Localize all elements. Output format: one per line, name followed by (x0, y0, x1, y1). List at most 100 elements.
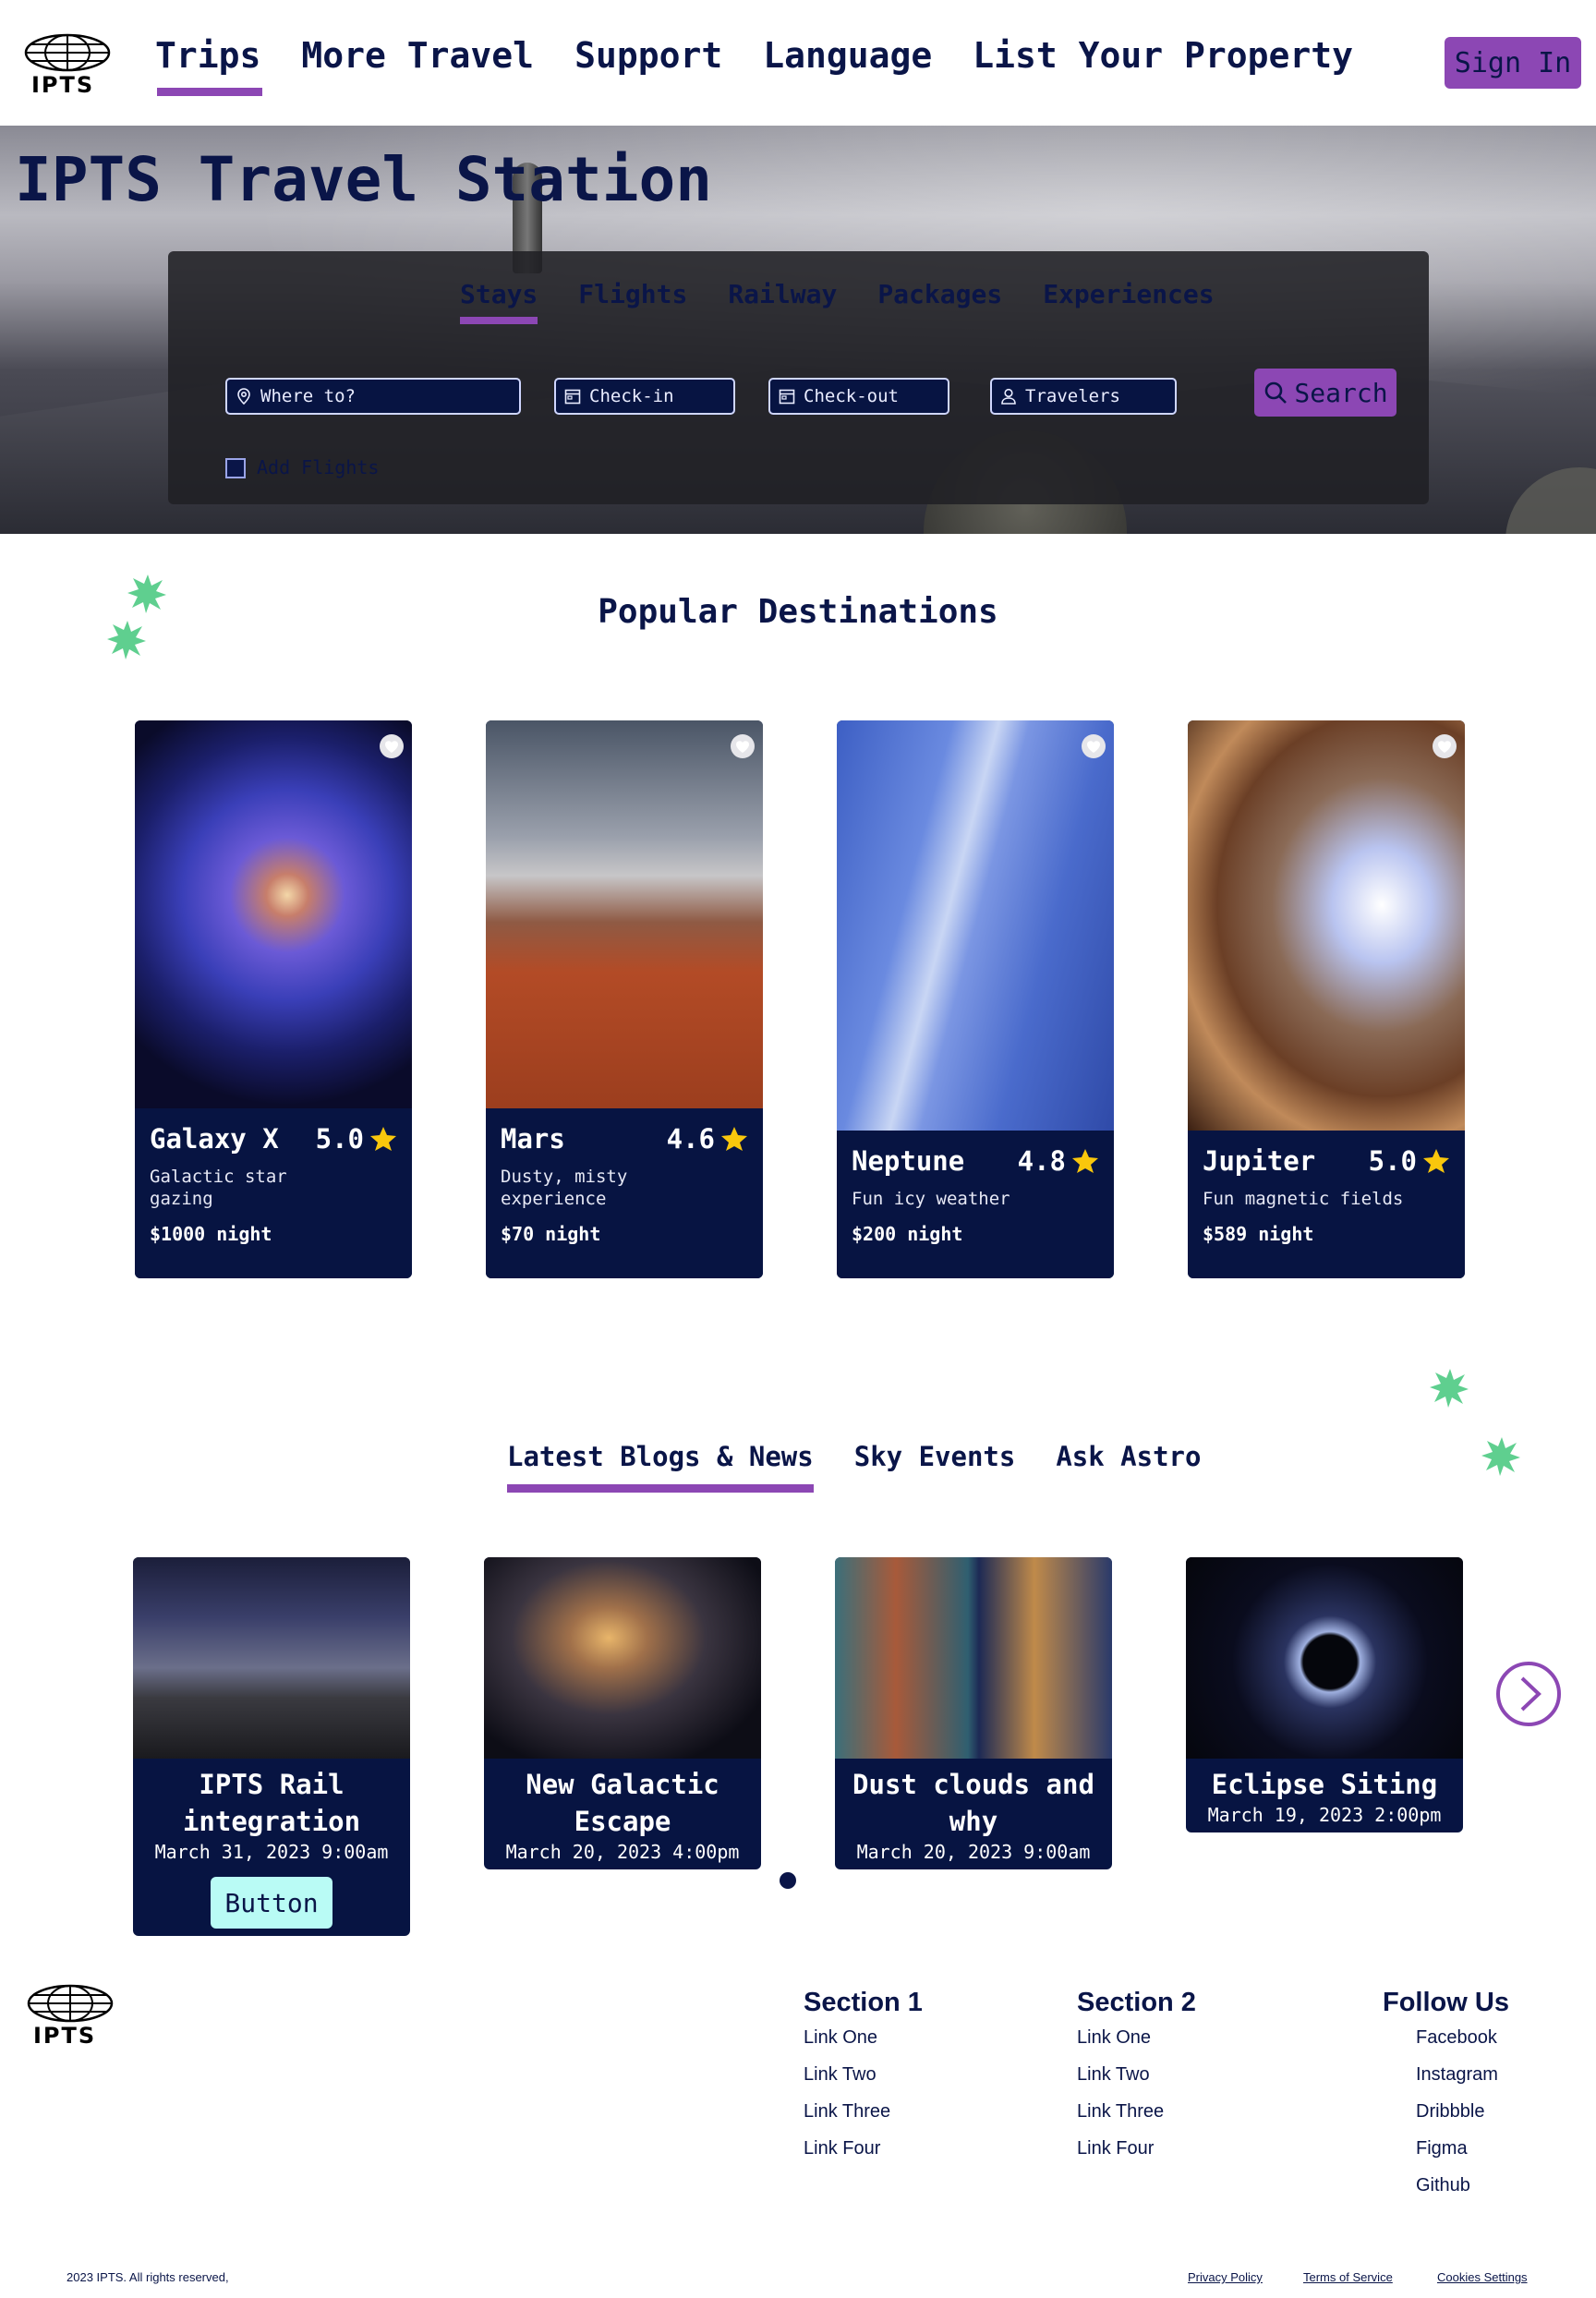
tab-railway[interactable]: Railway (728, 279, 837, 309)
heart-icon[interactable] (379, 733, 405, 759)
logo-text: IPTS (31, 72, 95, 98)
carousel-dot[interactable] (780, 1872, 796, 1889)
calendar-icon (564, 389, 581, 405)
figma-link[interactable]: Figma (1416, 2135, 1509, 2162)
footer-link[interactable]: Link Four (1077, 2135, 1196, 2162)
destination-price: $1000 night (150, 1223, 272, 1245)
blog-tabs: Latest Blogs & News Sky Events Ask Astro (507, 1441, 1201, 1493)
destination-description: Fun icy weather (852, 1189, 1010, 1209)
footer-link[interactable]: Link Two (804, 2061, 923, 2088)
heart-icon[interactable] (1081, 733, 1106, 759)
search-button[interactable]: Search (1254, 369, 1396, 417)
search-icon (1265, 381, 1288, 404)
stargazer-image (484, 1557, 761, 1759)
nav-language[interactable]: Language (763, 35, 932, 76)
blog-title: IPTS Rail integration (182, 1769, 361, 1837)
chevron-right-icon[interactable] (1496, 1662, 1561, 1726)
rating-value: 4.8 (1017, 1145, 1066, 1177)
copyright-text: 2023 IPTS. All rights reserved, (66, 2270, 229, 2284)
sign-in-button[interactable]: Sign In (1445, 37, 1581, 89)
blog-card[interactable]: Dust clouds and why March 20, 2023 9:00a… (835, 1557, 1112, 1869)
footer-section-title: Section 1 (804, 1988, 923, 2017)
observatory-image (133, 1557, 410, 1759)
star-icon (1423, 1149, 1449, 1173)
footer-logo[interactable]: IPTS (26, 1984, 115, 2049)
tab-stays[interactable]: Stays (460, 279, 538, 324)
ipts-logo[interactable]: IPTS (24, 33, 111, 98)
destination-info: Neptune 4.8 Fun icy weather $200 night (837, 1131, 1114, 1278)
footer-link[interactable]: Link Three (1077, 2098, 1196, 2125)
tab-ask-astro[interactable]: Ask Astro (1056, 1441, 1201, 1472)
star-icon (370, 1127, 396, 1151)
heart-icon[interactable] (730, 733, 756, 759)
destination-card-mars[interactable]: Mars 4.6 Dusty, misty experience $70 nig… (486, 720, 763, 1278)
hero-banner: IPTS Travel Station Stays Flights Railwa… (0, 126, 1596, 534)
blog-info: IPTS Rail integration March 31, 2023 9:0… (133, 1759, 410, 1936)
nav-list-property[interactable]: List Your Property (973, 35, 1353, 76)
eclipse-image (1186, 1557, 1463, 1759)
blog-button[interactable]: Button (211, 1877, 332, 1929)
add-flights-label: Add Flights (257, 456, 380, 478)
destination-card-galaxy-x[interactable]: Galaxy X 5.0 Galactic star gazing $1000 … (135, 720, 412, 1278)
facebook-link[interactable]: Facebook (1416, 2024, 1509, 2051)
footer-section-2: Section 2 Link One Link Two Link Three L… (1077, 1988, 1196, 2171)
footer-section-1: Section 1 Link One Link Two Link Three L… (804, 1988, 923, 2171)
rating-value: 4.6 (666, 1123, 715, 1155)
instagram-link[interactable]: Instagram (1416, 2061, 1509, 2088)
tab-packages[interactable]: Packages (877, 279, 1002, 309)
destination-card-neptune[interactable]: Neptune 4.8 Fun icy weather $200 night (837, 720, 1114, 1278)
footer-link[interactable]: Link Four (804, 2135, 923, 2162)
footer-link[interactable]: Link One (804, 2024, 923, 2051)
neptune-image (837, 720, 1114, 1131)
check-out-input[interactable]: Check-out (768, 378, 949, 415)
destination-price: $70 night (501, 1223, 601, 1245)
blog-title: Dust clouds and why (852, 1769, 1094, 1837)
destination-price: $589 night (1203, 1223, 1314, 1245)
blog-info: Dust clouds and why March 20, 2023 9:00a… (835, 1759, 1112, 1869)
footer-link[interactable]: Link Three (804, 2098, 923, 2125)
destination-rating: 5.0 (316, 1123, 397, 1155)
top-nav: IPTS Trips More Travel Support Language … (0, 0, 1596, 126)
travelers-input[interactable]: Travelers (990, 378, 1177, 415)
blog-card[interactable]: IPTS Rail integration March 31, 2023 9:0… (133, 1557, 410, 1936)
blog-card[interactable]: Eclipse Siting March 19, 2023 2:00pm (1186, 1557, 1463, 1832)
footer-link[interactable]: Link One (1077, 2024, 1196, 2051)
blog-info: Eclipse Siting March 19, 2023 2:00pm (1186, 1759, 1463, 1832)
search-button-label: Search (1294, 377, 1388, 408)
blog-info: New Galactic Escape March 20, 2023 4:00p… (484, 1759, 761, 1869)
footer-section-title: Follow Us (1383, 1988, 1509, 2017)
privacy-policy-link[interactable]: Privacy Policy (1188, 2270, 1263, 2284)
dribbble-link[interactable]: Dribbble (1416, 2098, 1509, 2125)
github-link[interactable]: Github (1416, 2171, 1509, 2199)
tab-experiences[interactable]: Experiences (1043, 279, 1214, 309)
galaxy-image (135, 720, 412, 1108)
tab-sky-events[interactable]: Sky Events (854, 1441, 1016, 1472)
nav-more-travel[interactable]: More Travel (301, 35, 534, 76)
search-tabs: Stays Flights Railway Packages Experienc… (460, 279, 1215, 324)
destination-description: Galactic star gazing (150, 1167, 287, 1209)
footer-logo-text: IPTS (33, 2023, 97, 2049)
destination-info: Mars 4.6 Dusty, misty experience $70 nig… (486, 1108, 763, 1278)
tab-latest-blogs[interactable]: Latest Blogs & News (507, 1441, 814, 1493)
popular-destinations-title: Popular Destinations (598, 593, 998, 631)
main-nav: Trips More Travel Support Language List … (155, 35, 1353, 96)
footer-link[interactable]: Link Two (1077, 2061, 1196, 2088)
nav-support[interactable]: Support (574, 35, 722, 76)
add-flights-checkbox[interactable] (225, 458, 246, 478)
destination-rating: 5.0 (1369, 1145, 1450, 1177)
terms-of-service-link[interactable]: Terms of Service (1303, 2270, 1393, 2284)
blog-card[interactable]: New Galactic Escape March 20, 2023 4:00p… (484, 1557, 761, 1869)
mars-image (486, 720, 763, 1108)
destination-card-jupiter[interactable]: Jupiter 5.0 Fun magnetic fields $589 nig… (1188, 720, 1465, 1278)
pillars-of-creation-image (835, 1557, 1112, 1759)
cookies-settings-link[interactable]: Cookies Settings (1437, 2270, 1528, 2284)
tab-flights[interactable]: Flights (578, 279, 687, 309)
nav-trips[interactable]: Trips (155, 35, 263, 96)
blog-date: March 31, 2023 9:00am (154, 1841, 389, 1863)
where-to-input[interactable]: Where to? (225, 378, 521, 415)
star-icon (721, 1127, 747, 1151)
check-in-input[interactable]: Check-in (554, 378, 735, 415)
heart-icon[interactable] (1432, 733, 1457, 759)
footer-section-title: Section 2 (1077, 1988, 1196, 2017)
destination-rating: 4.8 (1018, 1145, 1099, 1177)
